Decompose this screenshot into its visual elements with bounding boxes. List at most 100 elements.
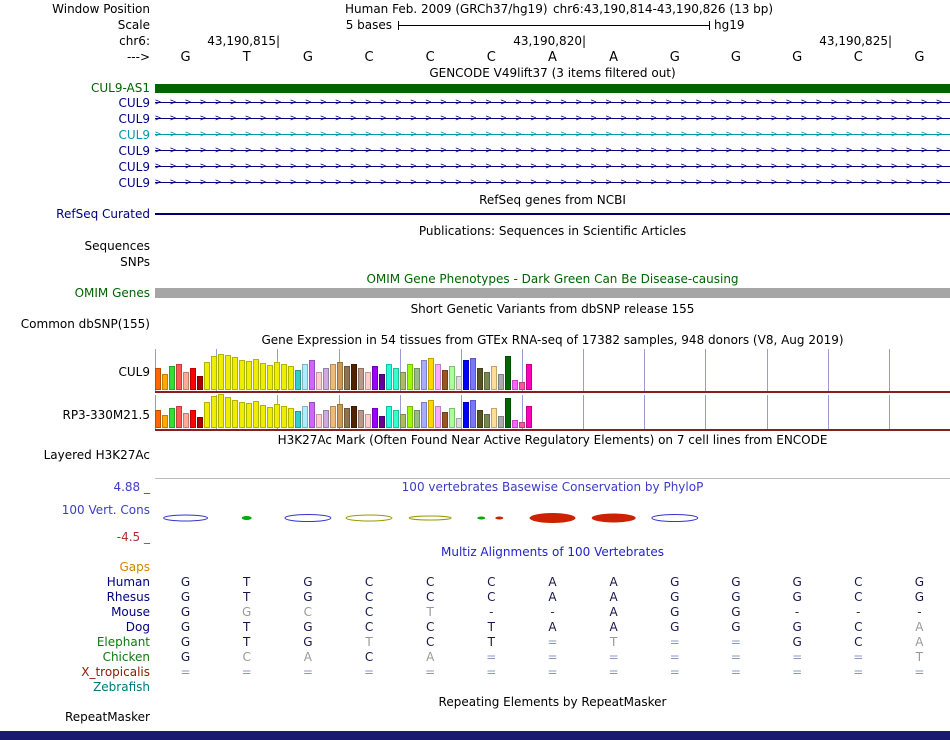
conservation-glyph xyxy=(529,513,576,523)
multiz-cell: = xyxy=(486,665,497,679)
gtex-tissue-bar xyxy=(309,360,315,390)
multiz-cell: C xyxy=(425,620,435,634)
gtex-tissue-bar xyxy=(183,372,189,390)
gtex-tissue-bar xyxy=(421,402,427,428)
multiz-cell: = xyxy=(547,665,558,679)
scale-ruler-tick-left xyxy=(398,21,399,30)
conservation-glyph xyxy=(284,514,332,522)
gencode-intron-line[interactable]: >>>>>>>>>>>>>>>>>>>>>>>>>>>>>>>>>>>>>>>>… xyxy=(155,143,950,159)
conservation-track-label[interactable]: 100 Vert. Cons xyxy=(0,503,150,517)
h3k27ac-label[interactable]: Layered H3K27Ac xyxy=(0,448,150,462)
multiz-cell: T xyxy=(243,635,251,649)
gencode-gene-label[interactable]: CUL9 xyxy=(0,128,150,142)
gtex-tissue-bar xyxy=(225,397,231,428)
gencode-intron-line[interactable]: >>>>>>>>>>>>>>>>>>>>>>>>>>>>>>>>>>>>>>>>… xyxy=(155,111,950,127)
multiz-species-label[interactable]: Elephant xyxy=(0,635,150,650)
omim-genes-label[interactable]: OMIM Genes xyxy=(0,286,150,300)
gencode-gene-label[interactable]: CUL9-AS1 xyxy=(0,81,150,95)
gencode-gene-label[interactable]: CUL9 xyxy=(0,160,150,174)
multiz-cell: G xyxy=(792,590,802,604)
conservation-glyph xyxy=(163,514,209,522)
gtex-tissue-bar xyxy=(288,366,294,390)
omim-gene-bar[interactable] xyxy=(155,288,950,298)
gtex-tissue-bar xyxy=(435,364,441,390)
gtex-tissue-bar xyxy=(162,374,168,390)
gtex-tissue-bar xyxy=(519,422,525,428)
multiz-cell: G xyxy=(180,650,191,664)
gtex-tissue-bar xyxy=(204,362,210,390)
gtex-barchart-rp3[interactable] xyxy=(155,394,950,429)
base-letter: G xyxy=(302,50,313,65)
multiz-species-label[interactable]: X_tropicalis xyxy=(0,665,150,680)
gtex-gene-label-rp3[interactable]: RP3-330M21.5 xyxy=(0,408,150,422)
gencode-intron-line[interactable]: >>>>>>>>>>>>>>>>>>>>>>>>>>>>>>>>>>>>>>>>… xyxy=(155,175,950,191)
strand-arrows: >>>>>>>>>>>>>>>>>>>>>>>>>>>>>>>>>>>>>>>>… xyxy=(155,177,950,188)
multiz-cell: = xyxy=(180,665,191,679)
multiz-species-label[interactable]: Zebrafish xyxy=(0,680,150,695)
omim-title: OMIM Gene Phenotypes - Dark Green Can Be… xyxy=(366,272,739,286)
multiz-cell: G xyxy=(303,575,313,589)
gtex-tissue-bar xyxy=(470,358,476,390)
grid-line xyxy=(827,349,829,391)
multiz-cell: A xyxy=(426,650,435,664)
dbsnp-title: Short Genetic Variants from dbSNP releas… xyxy=(410,302,695,316)
multiz-cell: = xyxy=(302,665,313,679)
multiz-species-label[interactable]: Human xyxy=(0,575,150,590)
gtex-barchart-cul9[interactable] xyxy=(155,349,950,391)
conservation-glyph xyxy=(651,514,699,522)
scale-label: Scale xyxy=(117,18,150,32)
gtex-tissue-bar xyxy=(456,376,462,390)
gtex-tissue-bar xyxy=(526,364,532,390)
multiz-cell: T xyxy=(487,635,495,649)
h3k27ac-baseline xyxy=(155,478,950,479)
multiz-cell: - xyxy=(489,605,494,619)
gtex-tissue-bar xyxy=(246,361,252,390)
multiz-species-label[interactable]: Mouse xyxy=(0,605,150,620)
gencode-intron-line[interactable]: >>>>>>>>>>>>>>>>>>>>>>>>>>>>>>>>>>>>>>>>… xyxy=(155,127,950,143)
gtex-tissue-bar xyxy=(372,366,378,390)
multiz-species-label[interactable]: Chicken xyxy=(0,650,150,665)
dbsnp-label[interactable]: Common dbSNP(155) xyxy=(0,317,150,331)
gencode-intron-line[interactable]: >>>>>>>>>>>>>>>>>>>>>>>>>>>>>>>>>>>>>>>>… xyxy=(155,159,950,175)
repeatmasker-label[interactable]: RepeatMasker xyxy=(0,710,150,724)
gtex-gene-label-cul9[interactable]: CUL9 xyxy=(0,365,150,379)
snps-label[interactable]: SNPs xyxy=(0,255,150,269)
multiz-cell: T xyxy=(487,620,495,634)
multiz-cell: G xyxy=(670,620,680,634)
multiz-cell: = xyxy=(241,665,252,679)
conservation-glyph xyxy=(408,515,452,521)
multiz-cell: C xyxy=(425,575,435,589)
multiz-cell: - xyxy=(794,605,800,619)
gencode-gene-label[interactable]: CUL9 xyxy=(0,144,150,158)
gtex-tissue-bar xyxy=(526,406,532,428)
repeatmasker-title: Repeating Elements by RepeatMasker xyxy=(438,695,667,709)
gencode-intron-line[interactable]: >>>>>>>>>>>>>>>>>>>>>>>>>>>>>>>>>>>>>>>>… xyxy=(155,95,950,111)
multiz-cell: C xyxy=(242,650,251,664)
gtex-tissue-bar xyxy=(302,406,308,428)
base-letter: T xyxy=(242,50,251,65)
gtex-tissue-bar xyxy=(218,394,224,428)
chrom-label: chr6: xyxy=(119,34,150,48)
multiz-cell: = xyxy=(853,665,864,679)
multiz-cell: C xyxy=(425,590,435,604)
multiz-species-label[interactable]: Dog xyxy=(0,620,150,635)
assembly-text: Human Feb. 2009 (GRCh37/hg19) xyxy=(345,2,548,16)
gencode-gene-label[interactable]: CUL9 xyxy=(0,96,150,110)
refseq-line[interactable] xyxy=(155,213,950,215)
multiz-species-label[interactable]: Rhesus xyxy=(0,590,150,605)
sequences-label[interactable]: Sequences xyxy=(0,239,150,253)
gtex-tissue-bar xyxy=(197,417,203,428)
gencode-gene-label[interactable]: CUL9 xyxy=(0,112,150,126)
multiz-cell: G xyxy=(303,620,313,634)
gencode-gene-label[interactable]: CUL9 xyxy=(0,176,150,190)
gencode-gene-bar[interactable] xyxy=(155,84,950,93)
multiz-cell: C xyxy=(364,605,374,619)
multiz-cell: G xyxy=(180,620,191,634)
multiz-gaps-label[interactable]: Gaps xyxy=(0,560,150,574)
gtex-baseline-2 xyxy=(155,429,950,431)
gtex-tissue-bar xyxy=(407,364,413,390)
refseq-curated-label[interactable]: RefSeq Curated xyxy=(0,207,150,221)
multiz-cell: C xyxy=(425,635,435,649)
grid-line xyxy=(644,349,646,391)
coordinate-label: 43,190,825| xyxy=(819,34,892,48)
